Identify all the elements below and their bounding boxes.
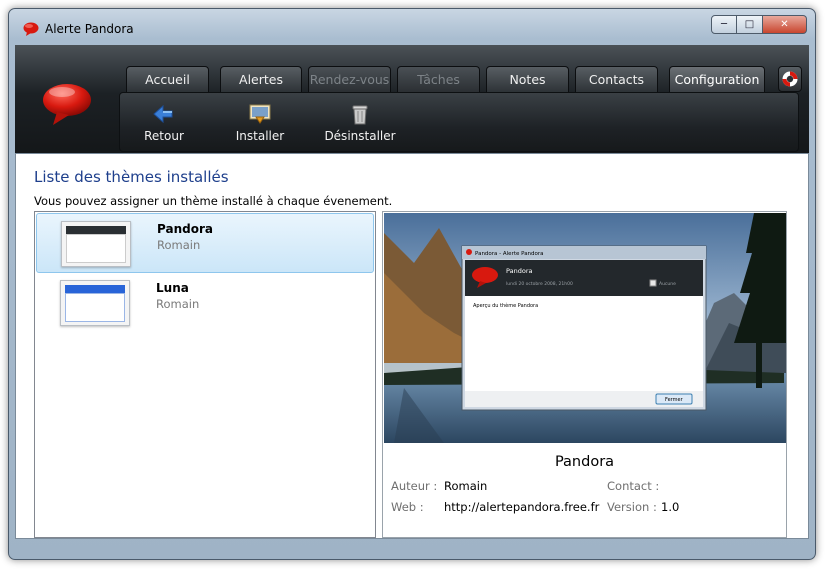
trash-icon — [352, 105, 368, 125]
header-band: Accueil Alertes Rendez-vous Tâches Notes… — [15, 45, 809, 153]
theme-thumbnail — [60, 280, 130, 326]
web-link[interactable]: http://alertepandora.free.fr — [444, 500, 599, 514]
svg-text:Fermer: Fermer — [665, 397, 684, 403]
title-bar[interactable]: Alerte Pandora ─ □ ✕ — [9, 9, 815, 45]
tab-alertes[interactable]: Alertes — [220, 66, 302, 93]
tab-taches[interactable]: Tâches — [397, 66, 480, 93]
arrow-left-icon — [153, 104, 173, 124]
content-panel: Liste des thèmes installés Vous pouvez a… — [15, 153, 809, 539]
svg-text:Pandora: Pandora — [506, 267, 533, 275]
uninstall-button[interactable]: Désinstaller — [310, 103, 410, 143]
theme-preview-panel: Pandora - Alerte Pandora Pandora lundi 2… — [382, 211, 787, 538]
theme-name: Luna — [156, 281, 189, 295]
theme-preview-image: Pandora - Alerte Pandora Pandora lundi 2… — [384, 213, 786, 443]
theme-list[interactable]: Pandora Romain Luna Romain — [34, 211, 376, 538]
contact-label: Contact : — [607, 479, 660, 493]
theme-name: Pandora — [157, 222, 213, 236]
page-title: Liste des thèmes installés — [34, 168, 229, 186]
speech-bubble-icon — [23, 22, 39, 36]
svg-text:lundi 20 octobre 2008, 21h00: lundi 20 octobre 2008, 21h00 — [506, 281, 573, 287]
web-label: Web : — [391, 500, 424, 514]
help-button[interactable] — [778, 66, 802, 92]
theme-author: Romain — [156, 297, 200, 311]
lifebuoy-icon — [782, 71, 798, 87]
install-icon — [249, 104, 271, 124]
tab-accueil[interactable]: Accueil — [126, 66, 209, 93]
uninstall-label: Désinstaller — [324, 129, 396, 143]
tab-notes[interactable]: Notes — [486, 66, 569, 93]
tab-rendez-vous[interactable]: Rendez-vous — [308, 66, 391, 93]
version-label: Version : — [607, 500, 657, 514]
install-label: Installer — [235, 129, 285, 143]
svg-text:Aucune: Aucune — [659, 281, 676, 287]
app-window: Alerte Pandora ─ □ ✕ Accueil Alertes Ren… — [8, 8, 816, 560]
tab-contacts[interactable]: Contacts — [575, 66, 658, 93]
svg-text:Aperçu du thème Pandora: Aperçu du thème Pandora — [473, 302, 538, 309]
minimize-button[interactable]: ─ — [711, 15, 737, 34]
theme-thumbnail — [61, 221, 131, 267]
preview-theme-name: Pandora — [554, 454, 615, 470]
window-title: Alerte Pandora — [45, 22, 134, 36]
back-label: Retour — [144, 129, 184, 143]
list-item[interactable]: Luna Romain — [36, 273, 374, 333]
toolbar: Retour Installer Désinstaller — [119, 92, 799, 152]
tab-configuration[interactable]: Configuration — [669, 66, 765, 94]
install-button[interactable]: Installer — [220, 103, 300, 143]
author-value: Romain — [444, 479, 488, 493]
svg-text:Pandora - Alerte Pandora: Pandora - Alerte Pandora — [475, 251, 544, 257]
page-description: Vous pouvez assigner un thème installé à… — [34, 194, 393, 208]
close-button[interactable]: ✕ — [763, 15, 807, 34]
speech-bubble-icon — [43, 84, 91, 125]
version-value: 1.0 — [661, 500, 680, 514]
back-button[interactable]: Retour — [124, 103, 204, 143]
maximize-button[interactable]: □ — [737, 15, 763, 34]
theme-author: Romain — [157, 238, 201, 252]
author-label: Auteur : — [391, 479, 438, 493]
list-item[interactable]: Pandora Romain — [36, 213, 374, 273]
